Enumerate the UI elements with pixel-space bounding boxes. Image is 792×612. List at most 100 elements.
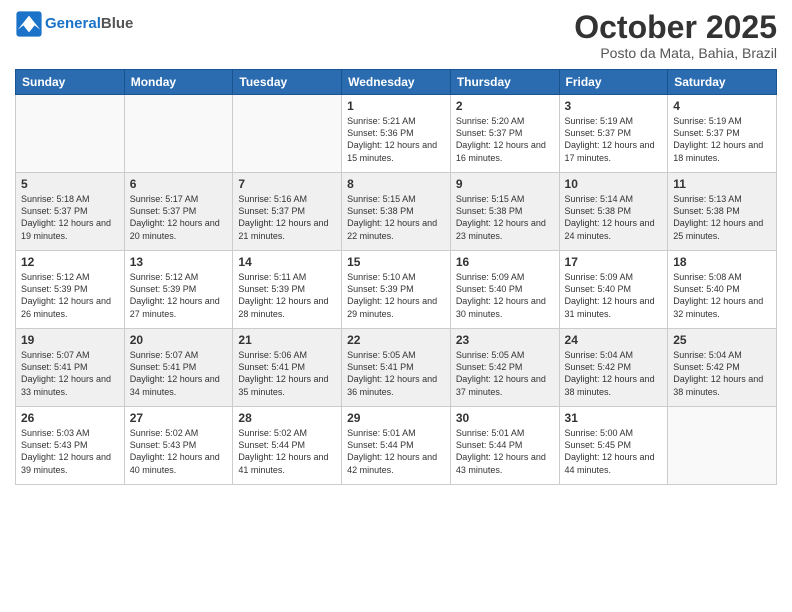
logo: GeneralBlue	[15, 10, 133, 38]
day-number: 10	[565, 177, 663, 191]
day-number: 11	[673, 177, 771, 191]
table-cell: 7Sunrise: 5:16 AM Sunset: 5:37 PM Daylig…	[233, 173, 342, 251]
calendar-header-row: Sunday Monday Tuesday Wednesday Thursday…	[16, 70, 777, 95]
table-cell: 2 Sunrise: 5:20 AM Sunset: 5:37 PM Daylig…	[450, 95, 559, 173]
day-number: 28	[238, 411, 336, 425]
day-number: 29	[347, 411, 445, 425]
day-number: 21	[238, 333, 336, 347]
day-number: 30	[456, 411, 554, 425]
col-sunday: Sunday	[16, 70, 125, 95]
cell-info: Sunrise: 5:19 AM Sunset: 5:37 PM Dayligh…	[565, 115, 663, 164]
table-cell: 6Sunrise: 5:17 AM Sunset: 5:37 PM Daylig…	[124, 173, 233, 251]
day-number: 5	[21, 177, 119, 191]
table-cell: 17 Sunrise: 5:09 AM Sunset: 5:40 PM Dayli…	[559, 251, 668, 329]
cell-info: Sunrise: 5:12 AM Sunset: 5:39 PM Dayligh…	[130, 271, 228, 320]
day-number: 25	[673, 333, 771, 347]
cell-info: Sunrise: 5:21 AM Sunset: 5:36 PM Dayligh…	[347, 115, 445, 164]
table-cell: 8Sunrise: 5:15 AM Sunset: 5:38 PM Daylig…	[342, 173, 451, 251]
cell-info: Sunrise: 5:06 AM Sunset: 5:41 PM Dayligh…	[238, 349, 336, 398]
table-cell: 22 Sunrise: 5:05 AM Sunset: 5:41 PM Dayli…	[342, 329, 451, 407]
day-number: 2	[456, 99, 554, 113]
day-number: 18	[673, 255, 771, 269]
table-cell: 29Sunrise: 5:01 AM Sunset: 5:44 PM Dayli…	[342, 407, 451, 485]
cell-info: Sunrise: 5:02 AM Sunset: 5:43 PM Dayligh…	[130, 427, 228, 476]
day-number: 24	[565, 333, 663, 347]
table-cell	[233, 95, 342, 173]
col-tuesday: Tuesday	[233, 70, 342, 95]
cell-info: Sunrise: 5:16 AM Sunset: 5:37 PM Dayligh…	[238, 193, 336, 242]
cell-info: Sunrise: 5:05 AM Sunset: 5:41 PM Dayligh…	[347, 349, 445, 398]
table-cell: 4 Sunrise: 5:19 AM Sunset: 5:37 PM Daylig…	[668, 95, 777, 173]
cell-info: Sunrise: 5:17 AM Sunset: 5:37 PM Dayligh…	[130, 193, 228, 242]
cell-info: Sunrise: 5:02 AM Sunset: 5:44 PM Dayligh…	[238, 427, 336, 476]
col-wednesday: Wednesday	[342, 70, 451, 95]
day-number: 4	[673, 99, 771, 113]
cell-info: Sunrise: 5:12 AM Sunset: 5:39 PM Dayligh…	[21, 271, 119, 320]
calendar-week-row: 19 Sunrise: 5:07 AM Sunset: 5:41 PM Dayli…	[16, 329, 777, 407]
table-cell: 10 Sunrise: 5:14 AM Sunset: 5:38 PM Dayli…	[559, 173, 668, 251]
cell-info: Sunrise: 5:09 AM Sunset: 5:40 PM Dayligh…	[565, 271, 663, 320]
day-number: 23	[456, 333, 554, 347]
table-cell: 24 Sunrise: 5:04 AM Sunset: 5:42 PM Dayli…	[559, 329, 668, 407]
day-number: 26	[21, 411, 119, 425]
title-section: October 2025 Posto da Mata, Bahia, Brazi…	[574, 10, 777, 61]
cell-info: Sunrise: 5:19 AM Sunset: 5:37 PM Dayligh…	[673, 115, 771, 164]
table-cell: 21 Sunrise: 5:06 AM Sunset: 5:41 PM Dayli…	[233, 329, 342, 407]
page: GeneralBlue October 2025 Posto da Mata, …	[0, 0, 792, 612]
calendar-table: Sunday Monday Tuesday Wednesday Thursday…	[15, 69, 777, 485]
cell-info: Sunrise: 5:03 AM Sunset: 5:43 PM Dayligh…	[21, 427, 119, 476]
col-saturday: Saturday	[668, 70, 777, 95]
table-cell: 9 Sunrise: 5:15 AM Sunset: 5:38 PM Daylig…	[450, 173, 559, 251]
cell-info: Sunrise: 5:11 AM Sunset: 5:39 PM Dayligh…	[238, 271, 336, 320]
table-cell	[16, 95, 125, 173]
col-thursday: Thursday	[450, 70, 559, 95]
table-cell: 12Sunrise: 5:12 AM Sunset: 5:39 PM Dayli…	[16, 251, 125, 329]
calendar-week-row: 5 Sunrise: 5:18 AM Sunset: 5:37 PM Daylig…	[16, 173, 777, 251]
cell-info: Sunrise: 5:05 AM Sunset: 5:42 PM Dayligh…	[456, 349, 554, 398]
day-number: 1	[347, 99, 445, 113]
calendar-week-row: 12Sunrise: 5:12 AM Sunset: 5:39 PM Dayli…	[16, 251, 777, 329]
cell-info: Sunrise: 5:10 AM Sunset: 5:39 PM Dayligh…	[347, 271, 445, 320]
table-cell: 14Sunrise: 5:11 AM Sunset: 5:39 PM Dayli…	[233, 251, 342, 329]
cell-info: Sunrise: 5:18 AM Sunset: 5:37 PM Dayligh…	[21, 193, 119, 242]
table-cell: 23 Sunrise: 5:05 AM Sunset: 5:42 PM Dayli…	[450, 329, 559, 407]
day-number: 3	[565, 99, 663, 113]
table-cell: 13 Sunrise: 5:12 AM Sunset: 5:39 PM Dayli…	[124, 251, 233, 329]
table-cell: 25Sunrise: 5:04 AM Sunset: 5:42 PM Dayli…	[668, 329, 777, 407]
table-cell: 1 Sunrise: 5:21 AM Sunset: 5:36 PM Daylig…	[342, 95, 451, 173]
cell-info: Sunrise: 5:15 AM Sunset: 5:38 PM Dayligh…	[347, 193, 445, 242]
day-number: 13	[130, 255, 228, 269]
cell-info: Sunrise: 5:13 AM Sunset: 5:38 PM Dayligh…	[673, 193, 771, 242]
table-cell: 26 Sunrise: 5:03 AM Sunset: 5:43 PM Dayli…	[16, 407, 125, 485]
table-cell: 18 Sunrise: 5:08 AM Sunset: 5:40 PM Dayli…	[668, 251, 777, 329]
cell-info: Sunrise: 5:09 AM Sunset: 5:40 PM Dayligh…	[456, 271, 554, 320]
table-cell: 31 Sunrise: 5:00 AM Sunset: 5:45 PM Dayli…	[559, 407, 668, 485]
cell-info: Sunrise: 5:08 AM Sunset: 5:40 PM Dayligh…	[673, 271, 771, 320]
table-cell: 30Sunrise: 5:01 AM Sunset: 5:44 PM Dayli…	[450, 407, 559, 485]
cell-info: Sunrise: 5:07 AM Sunset: 5:41 PM Dayligh…	[130, 349, 228, 398]
day-number: 20	[130, 333, 228, 347]
cell-info: Sunrise: 5:07 AM Sunset: 5:41 PM Dayligh…	[21, 349, 119, 398]
table-cell: 5 Sunrise: 5:18 AM Sunset: 5:37 PM Daylig…	[16, 173, 125, 251]
table-cell: 11 Sunrise: 5:13 AM Sunset: 5:38 PM Dayli…	[668, 173, 777, 251]
cell-info: Sunrise: 5:20 AM Sunset: 5:37 PM Dayligh…	[456, 115, 554, 164]
table-cell: 27 Sunrise: 5:02 AM Sunset: 5:43 PM Dayli…	[124, 407, 233, 485]
day-number: 22	[347, 333, 445, 347]
cell-info: Sunrise: 5:04 AM Sunset: 5:42 PM Dayligh…	[565, 349, 663, 398]
table-cell	[668, 407, 777, 485]
header: GeneralBlue October 2025 Posto da Mata, …	[15, 10, 777, 61]
cell-info: Sunrise: 5:00 AM Sunset: 5:45 PM Dayligh…	[565, 427, 663, 476]
month-title: October 2025	[574, 10, 777, 45]
cell-info: Sunrise: 5:15 AM Sunset: 5:38 PM Dayligh…	[456, 193, 554, 242]
day-number: 9	[456, 177, 554, 191]
table-cell: 3 Sunrise: 5:19 AM Sunset: 5:37 PM Daylig…	[559, 95, 668, 173]
day-number: 16	[456, 255, 554, 269]
day-number: 19	[21, 333, 119, 347]
location: Posto da Mata, Bahia, Brazil	[574, 45, 777, 61]
day-number: 17	[565, 255, 663, 269]
cell-info: Sunrise: 5:14 AM Sunset: 5:38 PM Dayligh…	[565, 193, 663, 242]
col-monday: Monday	[124, 70, 233, 95]
day-number: 27	[130, 411, 228, 425]
col-friday: Friday	[559, 70, 668, 95]
day-number: 31	[565, 411, 663, 425]
